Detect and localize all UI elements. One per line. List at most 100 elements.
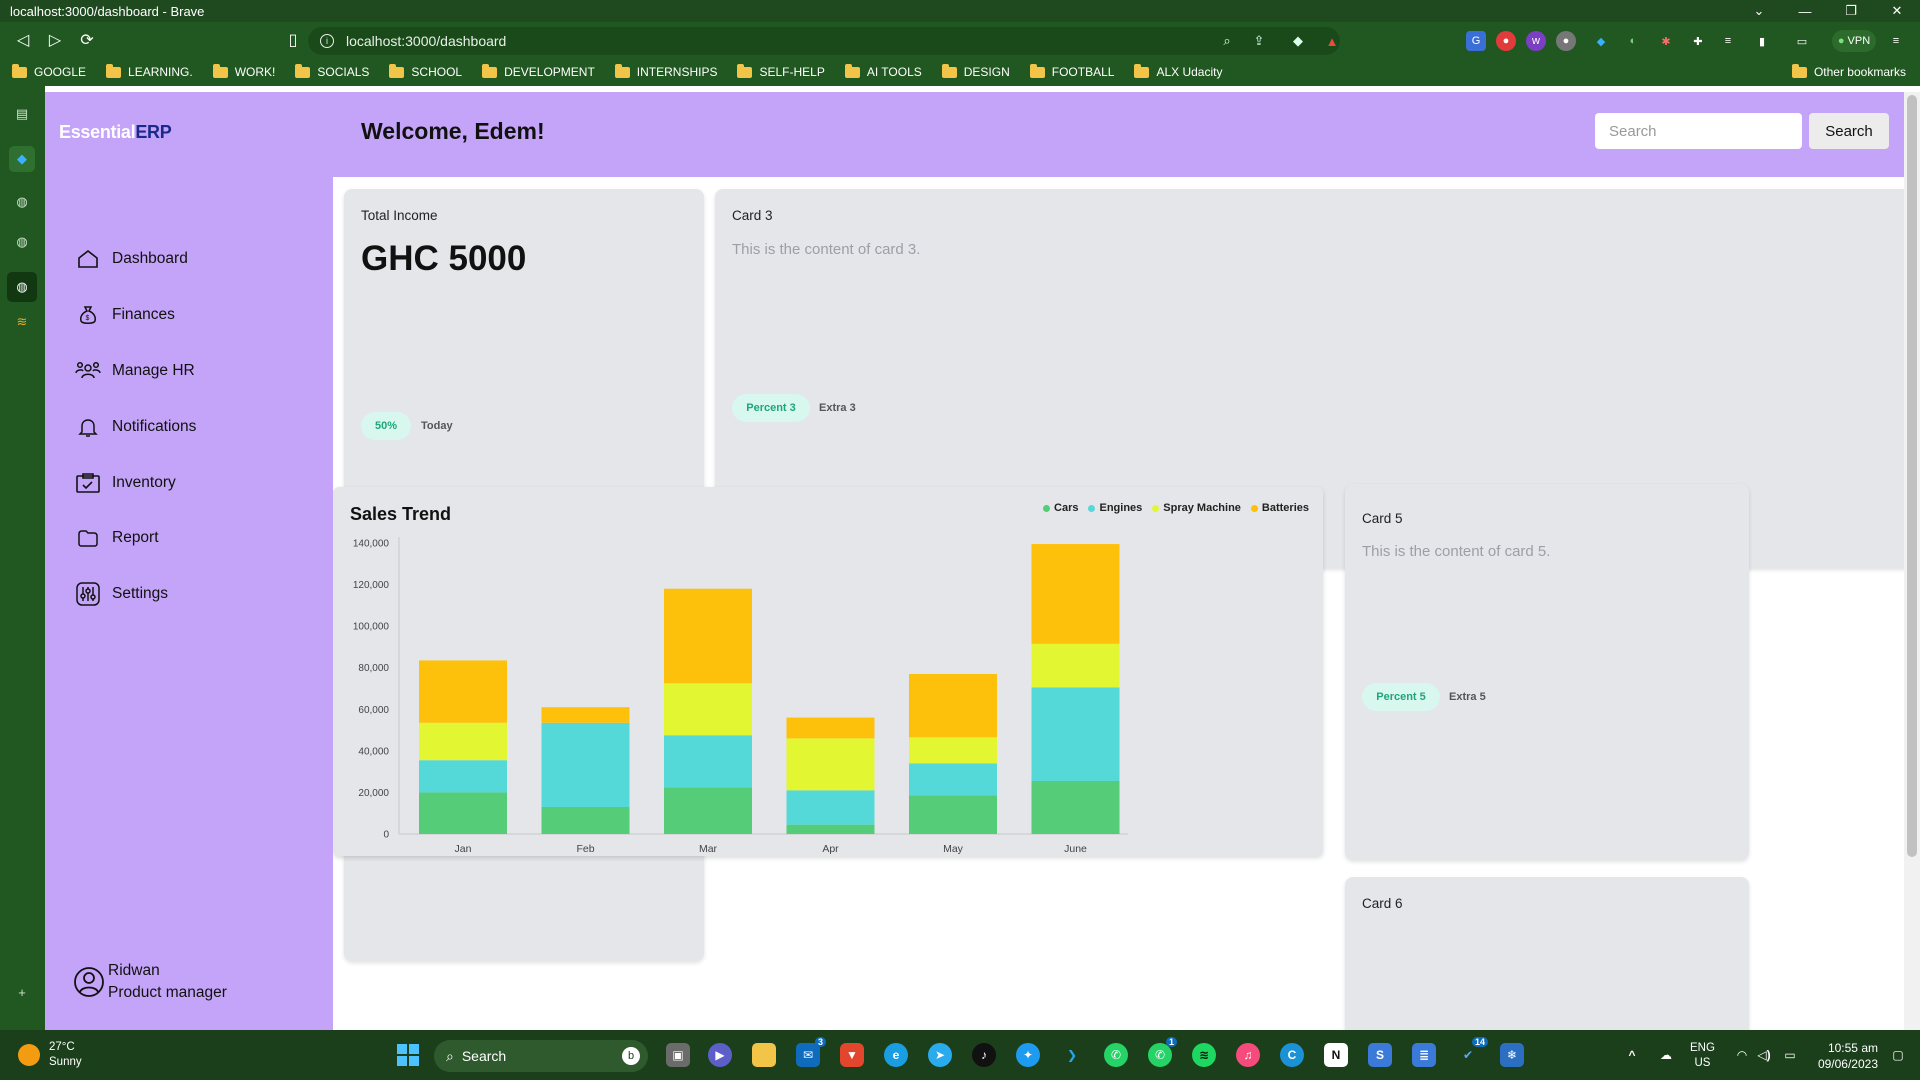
vpn-button[interactable]: ● VPN	[1832, 30, 1876, 52]
bookmark-folder[interactable]: SCHOOL	[389, 63, 462, 79]
taskbar-search[interactable]: ⌕ Search b	[434, 1040, 648, 1072]
nav-item-report[interactable]: Report	[75, 525, 159, 551]
sidebar-globe-icon[interactable]: ◍	[12, 232, 32, 252]
nav-item-inventory[interactable]: Inventory	[75, 470, 176, 496]
sidebar-toggle-icon[interactable]: ▮	[1752, 31, 1772, 51]
extension-bug-icon[interactable]: ✱	[1656, 31, 1676, 51]
share-icon[interactable]: ⇪	[1249, 31, 1269, 51]
svg-text:$: $	[86, 315, 90, 322]
extensions-puzzle-icon[interactable]: ✚	[1688, 31, 1708, 51]
canva-icon[interactable]: C	[1280, 1043, 1304, 1067]
extension-purple-icon[interactable]: w	[1526, 31, 1546, 51]
user-profile[interactable]: Ridwan Product manager	[73, 960, 227, 1004]
bookmark-folder[interactable]: LEARNING.	[106, 63, 193, 79]
wallet-icon[interactable]: ▭	[1792, 31, 1812, 51]
edge-icon[interactable]: e	[884, 1043, 908, 1067]
main-content: Welcome, Edem! Search Total Income GHC 5…	[333, 92, 1904, 1030]
app-header: Welcome, Edem! Search	[333, 92, 1904, 177]
close-window-button[interactable]: ✕	[1874, 0, 1920, 22]
address-bar[interactable]: i localhost:3000/dashboard	[308, 27, 1340, 55]
app-logo[interactable]: EssentialERP	[59, 122, 172, 143]
twitter-icon[interactable]: ✦	[1016, 1043, 1040, 1067]
notion-icon[interactable]: N	[1324, 1043, 1348, 1067]
extension-diamond-icon[interactable]: ◆	[1591, 31, 1611, 51]
onedrive-cloud-icon[interactable]: ☁	[1654, 1043, 1678, 1067]
brave-shields-icon[interactable]: ◆	[1288, 31, 1308, 51]
browser-menu-icon[interactable]: ≡	[1886, 31, 1906, 51]
sidebar-app-icon[interactable]: ◆	[9, 146, 35, 172]
bookmark-folder[interactable]: GOOGLE	[12, 63, 86, 79]
bookmarks-bar: GOOGLE LEARNING. WORK! SOCIALS SCHOOL DE…	[0, 58, 1920, 86]
extension-green-icon[interactable]: ◐	[1623, 31, 1643, 51]
language-indicator[interactable]: ENG US	[1690, 1041, 1715, 1071]
bell-icon	[75, 414, 101, 440]
bookmark-folder[interactable]: DESIGN	[941, 63, 1010, 79]
nav-item-settings[interactable]: Settings	[75, 581, 168, 607]
search-button[interactable]: Search	[1809, 113, 1889, 149]
weather-widget[interactable]: 27°C Sunny	[18, 1040, 82, 1070]
notepad-icon[interactable]: ≣	[1412, 1043, 1436, 1067]
telegram-icon[interactable]: ➤	[928, 1043, 952, 1067]
todo-check-icon[interactable]: ✔ 14	[1456, 1037, 1488, 1067]
wifi-icon[interactable]: ◠	[1730, 1043, 1754, 1067]
file-explorer-icon[interactable]	[752, 1043, 776, 1067]
app-s-icon[interactable]: S	[1368, 1043, 1392, 1067]
bookmark-folder[interactable]: SOCIALS	[295, 63, 369, 79]
whatsapp-icon[interactable]: ✆	[1104, 1043, 1128, 1067]
bookmark-folder[interactable]: AI TOOLS	[844, 63, 922, 79]
spotify-icon[interactable]: ≋	[1192, 1043, 1216, 1067]
search-input[interactable]	[1595, 113, 1802, 149]
mail-icon[interactable]: ✉ 3	[796, 1037, 826, 1067]
notification-center-icon[interactable]: ▢	[1886, 1043, 1910, 1067]
bookmark-folder[interactable]: SELF-HELP	[737, 63, 825, 79]
teams-icon[interactable]: ▶	[708, 1043, 732, 1067]
sidebar-stack-icon[interactable]: ≋	[12, 312, 32, 332]
reload-icon[interactable]: ⟳	[72, 25, 102, 55]
task-view-icon[interactable]: ▣	[666, 1043, 690, 1067]
minimize-button[interactable]: —	[1782, 0, 1828, 22]
tab-search-icon[interactable]: ⌄	[1736, 0, 1782, 22]
tiktok-icon[interactable]: ♪	[972, 1043, 996, 1067]
taskbar-clock[interactable]: 10:55 am 09/06/2023	[1808, 1040, 1878, 1072]
sidebar-add-icon[interactable]: +	[12, 982, 32, 1002]
volume-icon[interactable]: ◁)	[1752, 1043, 1776, 1067]
whatsapp-beta-icon[interactable]: ✆ 1	[1148, 1037, 1177, 1067]
start-windows-icon[interactable]	[396, 1043, 420, 1067]
sidebar-globe-icon[interactable]: ◍	[12, 192, 32, 212]
nav-item-finances[interactable]: $ Finances	[75, 302, 175, 328]
snowflake-app-icon[interactable]: ❄	[1500, 1043, 1524, 1067]
bookmark-page-icon[interactable]: ▯	[278, 25, 308, 55]
forward-icon[interactable]: ▷	[40, 25, 70, 55]
bar-segment-cars	[419, 792, 507, 834]
restore-button[interactable]: ❐	[1828, 0, 1874, 22]
tray-chevron-icon[interactable]: ^	[1620, 1043, 1644, 1067]
scrollbar-thumb[interactable]	[1907, 95, 1917, 857]
bookmark-folder[interactable]: WORK!	[212, 63, 275, 79]
sidebar-panel-icon[interactable]: ▤	[12, 104, 32, 124]
translate-extension-icon[interactable]: G	[1466, 31, 1486, 51]
bar-segment-cars	[1031, 780, 1120, 834]
back-icon[interactable]: ◁	[8, 25, 38, 55]
bookmark-folder[interactable]: INTERNSHIPS	[614, 63, 717, 79]
nav-item-dashboard[interactable]: Dashboard	[75, 246, 188, 272]
bar-segment-batteries	[786, 717, 875, 739]
sidebar-globe-active-icon[interactable]: ◍	[7, 272, 37, 302]
zoom-icon[interactable]: ⌕	[1217, 31, 1237, 51]
page-scrollbar[interactable]	[1904, 92, 1920, 1030]
extension-red-icon[interactable]: ●	[1496, 31, 1516, 51]
battery-icon[interactable]: ▭	[1778, 1043, 1802, 1067]
bookmark-folder[interactable]: DEVELOPMENT	[482, 63, 595, 79]
other-bookmarks[interactable]: Other bookmarks	[1791, 58, 1906, 86]
itunes-icon[interactable]: ♫	[1236, 1043, 1260, 1067]
extension-gray-icon[interactable]: ●	[1556, 31, 1576, 51]
bookmark-folder[interactable]: ALX Udacity	[1134, 63, 1222, 79]
bookmark-folder[interactable]: FOOTBALL	[1029, 63, 1114, 79]
home-icon	[75, 246, 101, 272]
nav-item-manage-hr[interactable]: Manage HR	[75, 358, 195, 384]
nav-item-notifications[interactable]: Notifications	[75, 414, 196, 440]
brave-browser-icon[interactable]: ▼	[840, 1043, 864, 1067]
site-info-icon[interactable]: i	[320, 34, 334, 48]
playlist-icon[interactable]: ≡	[1718, 31, 1738, 51]
brave-rewards-icon[interactable]: ▲	[1322, 31, 1342, 51]
vscode-icon[interactable]: ❯	[1060, 1043, 1084, 1067]
